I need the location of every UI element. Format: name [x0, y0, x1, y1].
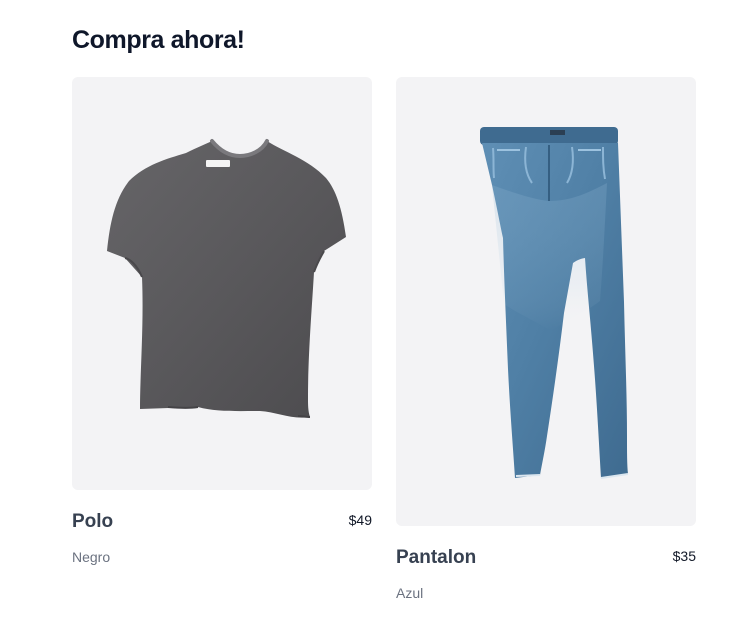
page-title: Compra ahora!	[72, 26, 245, 54]
product-price: $35	[672, 548, 696, 564]
product-name-link[interactable]: Polo	[72, 510, 372, 534]
product-image-pantalon[interactable]	[396, 77, 696, 526]
product-name-link[interactable]: Pantalon	[396, 546, 696, 570]
product-image-polo[interactable]	[72, 77, 372, 490]
product-card-pantalon[interactable]: Pantalon $35 Azul	[396, 77, 696, 602]
product-card-polo[interactable]: Polo $49 Negro	[72, 77, 372, 566]
product-meta-polo: Polo $49 Negro	[72, 510, 372, 566]
product-price: $49	[348, 512, 372, 528]
jeans-icon	[480, 127, 629, 479]
product-color: Negro	[72, 549, 111, 565]
product-color: Azul	[396, 585, 424, 601]
product-meta-pantalon: Pantalon $35 Azul	[396, 546, 696, 602]
tshirt-icon	[107, 139, 346, 418]
